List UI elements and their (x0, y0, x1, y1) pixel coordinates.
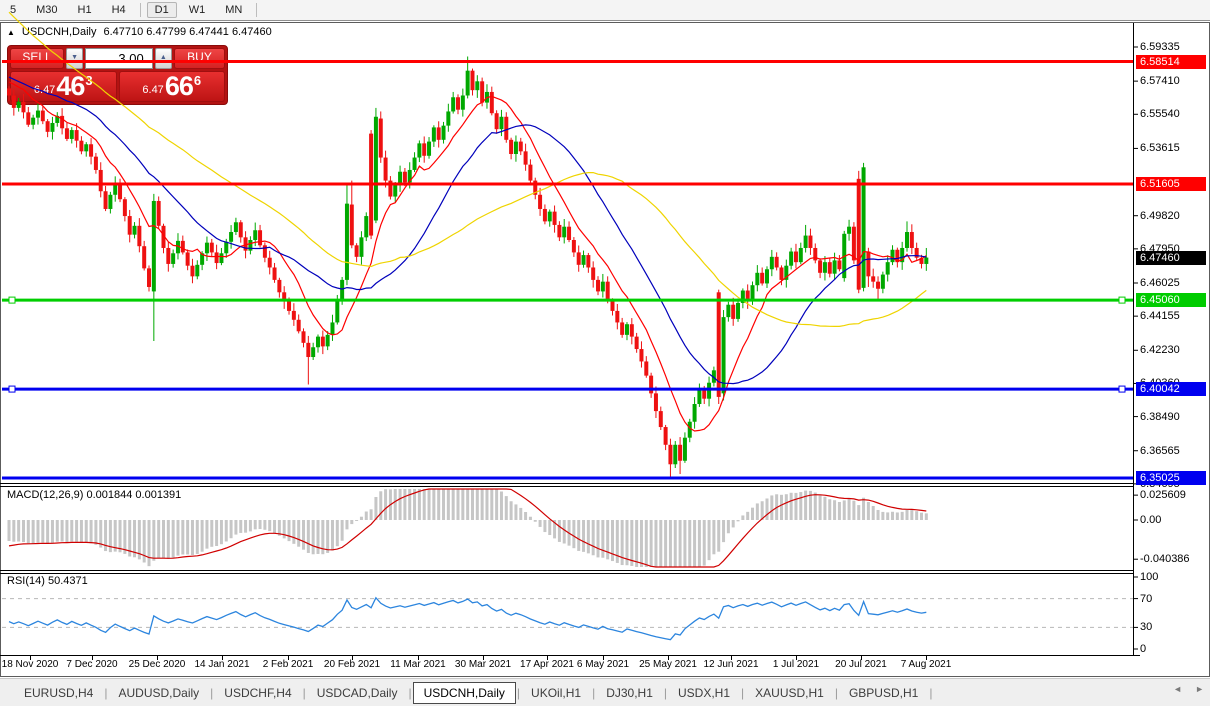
date-label: 2 Feb 2021 (263, 659, 314, 670)
date-label: 20 Jul 2021 (835, 659, 887, 670)
price-badge-6.35025: 6.35025 (1136, 471, 1206, 485)
rsi-tick-label: 70 (1140, 593, 1152, 605)
tab-separator: | (928, 686, 933, 700)
date-label: 12 Jun 2021 (703, 659, 758, 670)
price-badge-6.40042: 6.40042 (1136, 382, 1206, 396)
price-tick-label: 6.46025 (1140, 277, 1180, 289)
date-label: 20 Feb 2021 (324, 659, 380, 670)
chart-tab-usdx-h1[interactable]: USDX,H1 (668, 682, 740, 704)
chart-tab-dj30-h1[interactable]: DJ30,H1 (596, 682, 663, 704)
chart-tab-eurusd-h4[interactable]: EURUSD,H4 (14, 682, 103, 704)
price-tick-label: 6.38490 (1140, 411, 1180, 423)
date-label: 14 Jan 2021 (194, 659, 249, 670)
date-label: 7 Aug 2021 (901, 659, 952, 670)
price-tick-label: 6.57410 (1140, 75, 1180, 87)
price-tick-label: 6.44155 (1140, 310, 1180, 322)
chart-tab-xauusd-h1[interactable]: XAUUSD,H1 (745, 682, 834, 704)
chart-canvas[interactable] (0, 0, 1210, 706)
price-tick-label: 6.49820 (1140, 210, 1180, 222)
hline-handle[interactable] (1119, 386, 1125, 392)
price-badge-6.45060: 6.45060 (1136, 293, 1206, 307)
date-label: 11 Mar 2021 (390, 659, 445, 670)
date-label: 30 Mar 2021 (455, 659, 511, 670)
date-label: 7 Dec 2020 (66, 659, 117, 670)
chart-tab-ukoil-h1[interactable]: UKOil,H1 (521, 682, 591, 704)
rsi-tick-label: 30 (1140, 621, 1152, 633)
price-badge-6.51605: 6.51605 (1136, 177, 1206, 191)
price-badge-6.58514: 6.58514 (1136, 55, 1206, 69)
price-tick-label: 6.55540 (1140, 108, 1180, 120)
date-label: 25 May 2021 (639, 659, 697, 670)
tab-scroll-arrows: ◄ ► (1173, 684, 1204, 694)
mt4-application: 5M30H1H4D1W1MN ▲ USDCNH,Daily 6.47710 6.… (0, 0, 1210, 706)
price-tick-label: 6.36565 (1140, 445, 1180, 457)
rsi-tick-label: 0 (1140, 643, 1146, 655)
date-label: 1 Jul 2021 (773, 659, 819, 670)
date-label: 6 May 2021 (577, 659, 629, 670)
macd-tick-label: -0.040386 (1140, 553, 1190, 565)
hline-handle[interactable] (1119, 297, 1125, 303)
chart-tab-gbpusd-h1[interactable]: GBPUSD,H1 (839, 682, 928, 704)
macd-tick-label: 0.025609 (1140, 489, 1186, 501)
hline-handle[interactable] (9, 297, 15, 303)
price-tick-label: 6.53615 (1140, 142, 1180, 154)
date-label: 17 Apr 2021 (520, 659, 574, 670)
macd-indicator-label: MACD(12,26,9) 0.001844 0.001391 (7, 489, 181, 501)
tab-scroll-left-icon[interactable]: ◄ (1173, 684, 1182, 694)
date-label: 25 Dec 2020 (129, 659, 186, 670)
chart-tab-usdchf-h4[interactable]: USDCHF,H4 (214, 682, 301, 704)
price-tick-label: 6.59335 (1140, 41, 1180, 53)
chart-tab-audusd-daily[interactable]: AUDUSD,Daily (108, 682, 209, 704)
price-badge-6.47460: 6.47460 (1136, 251, 1206, 265)
chart-tab-usdcad-daily[interactable]: USDCAD,Daily (307, 682, 408, 704)
rsi-indicator-label: RSI(14) 50.4371 (7, 575, 88, 587)
chart-tab-strip: EURUSD,H4|AUDUSD,Daily|USDCHF,H4|USDCAD,… (0, 678, 1210, 706)
hline-handle[interactable] (9, 386, 15, 392)
chart-tab-usdcnh-daily[interactable]: USDCNH,Daily (413, 682, 516, 704)
date-label: 18 Nov 2020 (2, 659, 59, 670)
price-tick-label: 6.42230 (1140, 344, 1180, 356)
macd-tick-label: 0.00 (1140, 514, 1161, 526)
tab-scroll-right-icon[interactable]: ► (1195, 684, 1204, 694)
rsi-tick-label: 100 (1140, 571, 1158, 583)
